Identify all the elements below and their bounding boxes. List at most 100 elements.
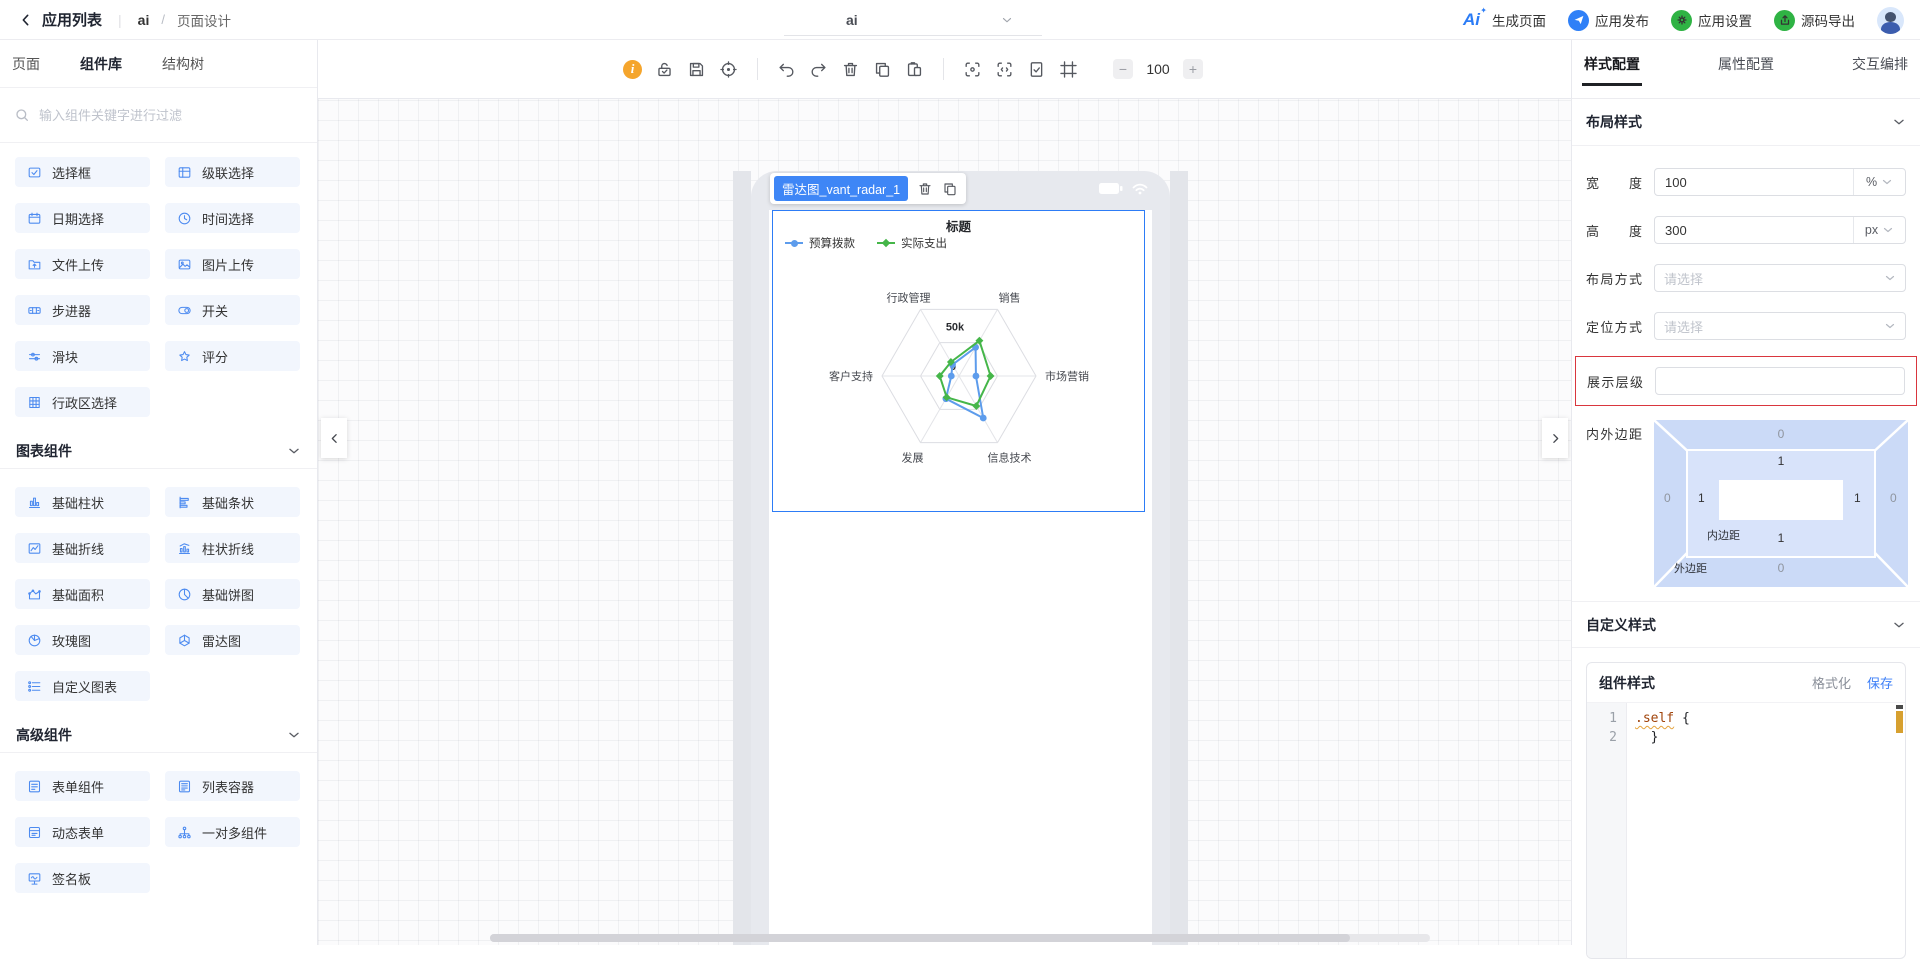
component-item-form[interactable]: 表单组件 xyxy=(15,771,150,801)
section-header-高级组件[interactable]: 高级组件 xyxy=(0,717,317,753)
width-label: 宽度 xyxy=(1586,173,1642,192)
legend-item-预算拨款[interactable]: 预算拨款 xyxy=(785,235,855,251)
box-model-diagram[interactable]: 0 1 0 1 1 0 1 0 内边距 外边距 xyxy=(1654,420,1908,587)
component-item-file-upload[interactable]: 文件上传 xyxy=(15,249,150,279)
component-item-radar-chart[interactable]: 雷达图 xyxy=(165,625,300,655)
component-item-calendar[interactable]: 日期选择 xyxy=(15,203,150,233)
back-icon[interactable] xyxy=(18,12,34,28)
editor-code[interactable]: .self { } xyxy=(1627,703,1905,958)
zoom-out-button[interactable]: − xyxy=(1113,59,1133,79)
height-input[interactable] xyxy=(1655,223,1853,238)
component-item-district[interactable]: 行政区选择 xyxy=(15,387,150,417)
chevron-down-icon xyxy=(1881,176,1893,188)
component-item-one-to-many[interactable]: 一对多组件 xyxy=(165,817,300,847)
component-item-checkbox[interactable]: 选择框 xyxy=(15,157,150,187)
format-button[interactable]: 格式化 xyxy=(1812,673,1851,692)
avatar[interactable] xyxy=(1877,7,1904,34)
padding-left-value[interactable]: 1 xyxy=(1698,491,1705,505)
collapse-left-panel-handle[interactable] xyxy=(321,418,347,458)
design-canvas[interactable]: i−+ 雷达图_vant_radar_1 标题 预算拨款实际支出 行政管理销售市… xyxy=(318,40,1571,945)
chart-legend: 预算拨款 实际支出 xyxy=(785,235,947,251)
component-name-badge[interactable]: 雷达图_vant_radar_1 xyxy=(774,176,908,201)
padding-top-value[interactable]: 1 xyxy=(1654,454,1908,468)
code-line[interactable]: } xyxy=(1635,728,1905,747)
margin-right-value[interactable]: 0 xyxy=(1890,491,1897,505)
sidebar-tab-结构树[interactable]: 结构树 xyxy=(162,54,204,74)
sidebar-tab-页面[interactable]: 页面 xyxy=(12,54,40,74)
component-item-area-chart[interactable]: 基础面积 xyxy=(15,579,150,609)
z-level-input[interactable] xyxy=(1656,374,1904,389)
trash-icon[interactable] xyxy=(841,60,860,79)
margin-top-value[interactable]: 0 xyxy=(1654,427,1908,441)
height-unit-select[interactable]: px xyxy=(1853,217,1905,243)
css-code-editor[interactable]: 12 .self { } xyxy=(1587,703,1905,958)
target-icon[interactable] xyxy=(719,60,738,79)
sidebar-tab-组件库[interactable]: 组件库 xyxy=(80,54,122,74)
component-item-star[interactable]: 评分 xyxy=(165,341,300,371)
padding-bottom-value[interactable]: 1 xyxy=(1654,531,1908,545)
redo-icon[interactable] xyxy=(809,60,828,79)
zoom-in-button[interactable]: + xyxy=(1183,59,1203,79)
component-item-line-chart[interactable]: 基础折线 xyxy=(15,533,150,563)
slider-icon xyxy=(27,349,42,364)
code-view-icon[interactable] xyxy=(995,60,1014,79)
legend-item-实际支出[interactable]: 实际支出 xyxy=(877,235,947,251)
toolbar-divider xyxy=(757,58,758,80)
margin-left-value[interactable]: 0 xyxy=(1664,491,1671,505)
horizontal-scrollbar[interactable] xyxy=(490,934,1430,942)
component-item-pie-chart[interactable]: 基础饼图 xyxy=(165,579,300,609)
canvas-toolbar: i − + xyxy=(318,40,1571,99)
width-input[interactable] xyxy=(1655,175,1853,190)
duplicate-component-icon[interactable] xyxy=(942,181,958,197)
component-item-custom-chart[interactable]: 自定义图表 xyxy=(15,671,150,701)
chevron-down-icon xyxy=(1882,224,1894,236)
component-item-hbar-chart[interactable]: 基础条状 xyxy=(165,487,300,517)
info-icon[interactable]: i xyxy=(623,60,642,79)
component-item-bar-chart[interactable]: 基础柱状 xyxy=(15,487,150,517)
custom-style-section-header[interactable]: 自定义样式 xyxy=(1572,601,1920,648)
delete-component-icon[interactable] xyxy=(917,181,933,197)
frame-icon[interactable] xyxy=(1059,60,1078,79)
scan-preview-icon[interactable] xyxy=(963,60,982,79)
scrollbar-thumb[interactable] xyxy=(490,934,1350,942)
component-item-slider[interactable]: 滑块 xyxy=(15,341,150,371)
paste-icon[interactable] xyxy=(905,60,924,79)
padding-right-value[interactable]: 1 xyxy=(1854,491,1861,505)
save-button[interactable]: 保存 xyxy=(1867,673,1893,692)
search-input[interactable] xyxy=(39,108,303,123)
position-mode-select[interactable]: 请选择 xyxy=(1654,312,1906,340)
component-item-dynamic-form[interactable]: 动态表单 xyxy=(15,817,150,847)
topbar-action-ai-logo[interactable]: Ai生成页面 xyxy=(1463,10,1546,30)
topbar-action-export[interactable]: 源码导出 xyxy=(1774,10,1855,31)
config-tab-样式配置[interactable]: 样式配置 xyxy=(1584,54,1640,86)
component-item-cascade[interactable]: 级联选择 xyxy=(165,157,300,187)
component-item-barline-chart[interactable]: 柱状折线 xyxy=(165,533,300,563)
save-icon[interactable] xyxy=(687,60,706,79)
component-item-switch[interactable]: 开关 xyxy=(165,295,300,325)
component-item-image-upload[interactable]: 图片上传 xyxy=(165,249,300,279)
collapse-right-panel-handle[interactable] xyxy=(1542,418,1568,458)
toolbar-divider xyxy=(943,58,944,80)
width-unit-select[interactable]: % xyxy=(1853,169,1905,195)
topbar-action-paper-plane[interactable]: 应用发布 xyxy=(1568,10,1649,31)
unlock-icon[interactable] xyxy=(655,60,674,79)
section-header-图表组件[interactable]: 图表组件 xyxy=(0,433,317,469)
component-item-stepper[interactable]: 步进器 xyxy=(15,295,150,325)
back-label[interactable]: 应用列表 xyxy=(42,9,102,30)
component-item-list-container[interactable]: 列表容器 xyxy=(165,771,300,801)
radar-chart-component[interactable]: 标题 预算拨款实际支出 行政管理销售市场营销信息技术发展客户支持50k0 xyxy=(772,210,1145,512)
layout-style-section-header[interactable]: 布局样式 xyxy=(1572,99,1920,146)
copy-icon[interactable] xyxy=(873,60,892,79)
zoom-value-input[interactable] xyxy=(1141,61,1175,77)
layout-mode-select[interactable]: 请选择 xyxy=(1654,264,1906,292)
page-select[interactable]: ai xyxy=(784,4,1042,36)
component-item-rose-chart[interactable]: 玫瑰图 xyxy=(15,625,150,655)
doc-check-icon[interactable] xyxy=(1027,60,1046,79)
config-tab-交互编排[interactable]: 交互编排 xyxy=(1852,54,1908,86)
config-tab-属性配置[interactable]: 属性配置 xyxy=(1718,54,1774,86)
component-item-clock[interactable]: 时间选择 xyxy=(165,203,300,233)
code-line[interactable]: .self { xyxy=(1635,709,1905,728)
undo-icon[interactable] xyxy=(777,60,796,79)
topbar-action-gear[interactable]: 应用设置 xyxy=(1671,10,1752,31)
component-item-signature[interactable]: 签名板 xyxy=(15,863,150,893)
